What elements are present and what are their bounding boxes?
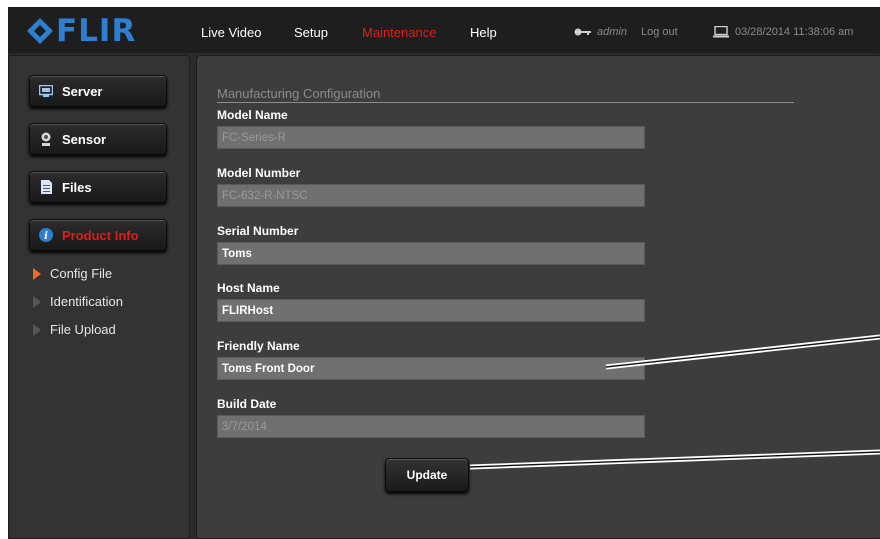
callout-lines (469, 334, 880, 470)
